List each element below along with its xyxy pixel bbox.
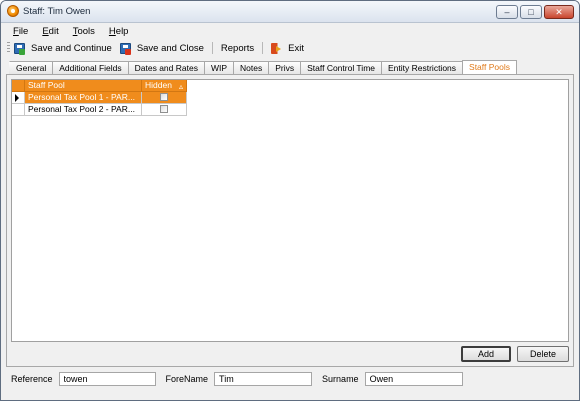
tab-dates-and-rates[interactable]: Dates and Rates (127, 61, 205, 74)
window-title: Staff: Tim Owen (23, 6, 91, 17)
tab-general[interactable]: General (9, 61, 54, 74)
window-controls: – □ ✕ (494, 5, 574, 19)
hidden-checkbox[interactable] (160, 93, 168, 101)
add-button[interactable]: Add (461, 346, 511, 362)
column-header-staff-pool[interactable]: Staff Pool (25, 80, 142, 92)
app-icon[interactable] (7, 5, 19, 17)
save-close-icon (119, 42, 131, 55)
column-header-hidden[interactable]: Hidden ▵ (142, 80, 187, 92)
staff-pool-cell[interactable]: Personal Tax Pool 1 - PAR... (25, 92, 142, 104)
current-row-arrow-icon (15, 94, 19, 102)
tab-staff-control-time[interactable]: Staff Control Time (300, 61, 382, 74)
staff-details-bar: Reference ForeName Surname (1, 369, 579, 389)
tab-notes[interactable]: Notes (233, 61, 270, 74)
close-button[interactable]: ✕ (544, 5, 574, 19)
maximize-button[interactable]: □ (520, 5, 542, 19)
save-and-close-button[interactable]: Save and Close (119, 42, 204, 55)
reference-field[interactable] (58, 372, 156, 386)
tab-staff-pools[interactable]: Staff Pools (462, 60, 517, 74)
minimize-button[interactable]: – (496, 5, 518, 19)
staff-window: Staff: Tim Owen – □ ✕ File Edit Tools He… (0, 0, 580, 401)
menu-edit[interactable]: Edit (42, 26, 58, 37)
minimize-icon: – (504, 6, 510, 17)
toolbar: Save and Continue Save and Close Reports… (1, 39, 579, 57)
title-bar[interactable]: Staff: Tim Owen – □ ✕ (1, 1, 579, 23)
staff-pools-panel: Staff Pool Hidden ▵ Personal Tax Pool 1 … (6, 74, 574, 367)
tab-privs[interactable]: Privs (268, 61, 302, 74)
row-selector[interactable] (12, 92, 25, 104)
toolbar-separator (262, 42, 264, 54)
forename-label: ForeName (165, 374, 209, 384)
reports-button[interactable]: Reports (221, 43, 254, 54)
reference-label: Reference (11, 374, 53, 384)
row-selector[interactable] (12, 104, 25, 116)
toolbar-grip-icon[interactable] (7, 42, 10, 54)
table-row[interactable]: Personal Tax Pool 1 - PAR... (12, 92, 568, 104)
hidden-cell[interactable] (142, 92, 187, 104)
menu-help[interactable]: Help (109, 26, 129, 37)
hidden-checkbox[interactable] (160, 105, 168, 113)
table-row[interactable]: Personal Tax Pool 2 - PAR... (12, 104, 568, 116)
save-and-continue-button[interactable]: Save and Continue (14, 42, 112, 55)
menu-tools[interactable]: Tools (73, 26, 95, 37)
tab-additional-fields[interactable]: Additional Fields (52, 61, 129, 74)
sort-ascending-icon: ▵ (178, 82, 183, 91)
menu-file[interactable]: File (13, 26, 28, 37)
save-continue-icon (14, 42, 25, 55)
menu-bar: File Edit Tools Help (1, 23, 579, 39)
row-selector-header[interactable] (12, 80, 25, 92)
surname-field[interactable] (364, 372, 463, 386)
staff-pool-cell[interactable]: Personal Tax Pool 2 - PAR... (25, 104, 142, 116)
tab-strip: General Additional Fields Dates and Rate… (9, 60, 579, 74)
exit-button[interactable]: Exit (271, 42, 304, 54)
toolbar-separator (211, 42, 213, 54)
maximize-icon: □ (528, 6, 534, 17)
delete-button[interactable]: Delete (517, 346, 569, 362)
hidden-cell[interactable] (142, 104, 187, 116)
grid-header: Staff Pool Hidden ▵ (12, 80, 568, 92)
exit-icon (271, 42, 283, 54)
forename-field[interactable] (214, 372, 313, 386)
tab-wip[interactable]: WIP (203, 61, 235, 74)
close-icon: ✕ (555, 6, 563, 17)
surname-label: Surname (322, 374, 359, 384)
staff-pool-grid[interactable]: Staff Pool Hidden ▵ Personal Tax Pool 1 … (11, 79, 569, 342)
tab-entity-restrictions[interactable]: Entity Restrictions (381, 61, 464, 74)
